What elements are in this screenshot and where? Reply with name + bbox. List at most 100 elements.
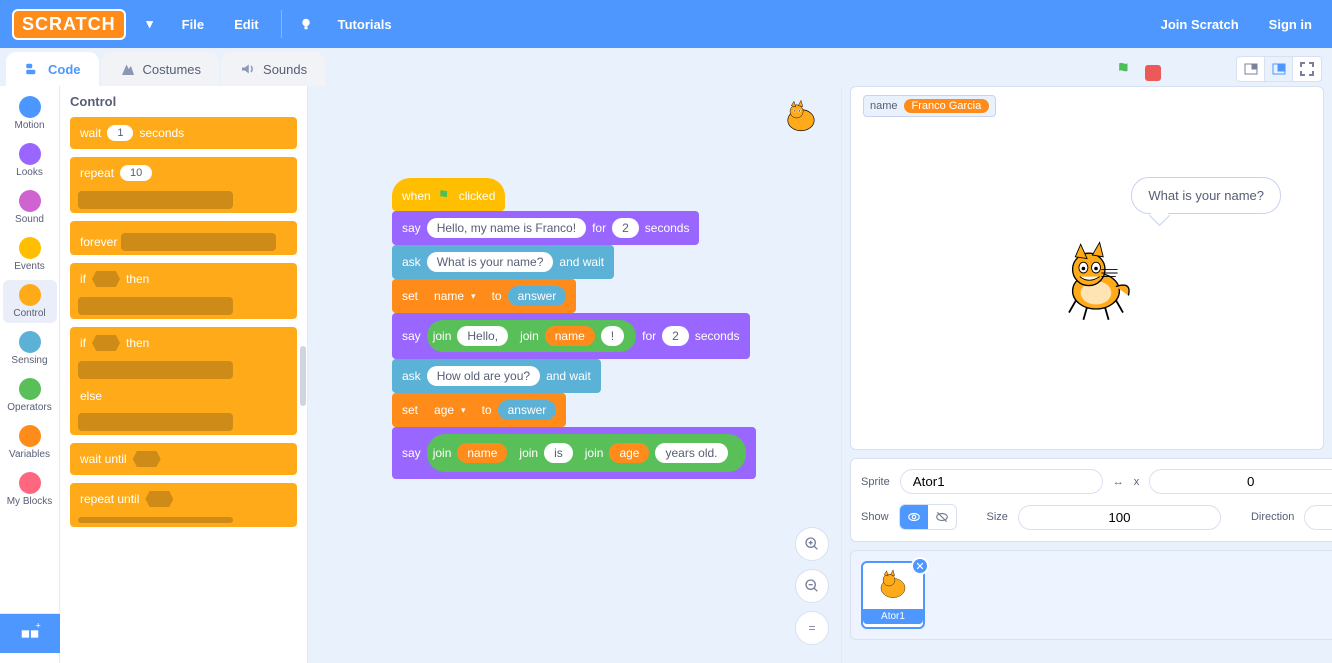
info-panels: Sprite ↔ x ↕ y Show — [850, 458, 1324, 640]
palette-scrollbar[interactable] — [300, 346, 306, 406]
category-column: Motion Looks Sound Events Control Sensin… — [0, 86, 60, 663]
speech-bubble: What is your name? — [1131, 177, 1281, 214]
loop-arrow-icon: ↻ — [287, 643, 297, 657]
block-wait[interactable]: wait 1 seconds — [70, 117, 297, 149]
fullscreen-button[interactable] — [1293, 57, 1321, 81]
tutorials-button[interactable]: Tutorials — [330, 17, 400, 32]
block-label: clicked — [459, 189, 496, 203]
var-reporter[interactable]: name — [545, 326, 595, 346]
answer-reporter[interactable]: answer — [508, 286, 567, 306]
cat-operators[interactable]: Operators — [3, 374, 57, 417]
stop-icon[interactable] — [1145, 65, 1161, 81]
block-input[interactable]: 10 — [120, 165, 152, 181]
edit-menu[interactable]: Edit — [226, 17, 267, 32]
join-operator[interactable]: join Hello, join name ! — [427, 320, 636, 352]
hide-button[interactable] — [928, 505, 956, 529]
x-input[interactable] — [1149, 469, 1332, 494]
green-flag-icon[interactable] — [1115, 60, 1135, 86]
direction-input[interactable] — [1304, 505, 1332, 530]
bool-slot[interactable] — [133, 451, 161, 467]
cat-sound[interactable]: Sound — [3, 186, 57, 229]
zoom-reset-button[interactable]: = — [795, 611, 829, 645]
block-input[interactable]: 2 — [662, 326, 689, 346]
var-dropdown[interactable]: name — [424, 286, 486, 306]
block-repeat[interactable]: repeat 10 ↻ — [70, 157, 297, 213]
add-extension-button[interactable]: + — [0, 613, 60, 653]
block-forever[interactable]: forever ↻ — [70, 221, 297, 255]
language-menu[interactable]: ▾ — [140, 14, 160, 34]
block-input[interactable]: Hello, — [457, 326, 508, 346]
sprite-name-input[interactable] — [900, 469, 1103, 494]
bool-slot[interactable] — [92, 335, 120, 351]
join-operator[interactable]: join name join is join age years old. — [427, 434, 746, 472]
block-ask-wait[interactable]: ask How old are you? and wait — [392, 359, 601, 393]
script-stack[interactable]: when clicked say Hello, my name is Franc… — [392, 178, 756, 479]
block-say-join-for[interactable]: say join Hello, join name ! for 2 second… — [392, 313, 750, 359]
var-dropdown[interactable]: age — [424, 400, 476, 420]
bool-slot[interactable] — [92, 271, 120, 287]
sign-in[interactable]: Sign in — [1261, 17, 1320, 32]
large-stage-button[interactable] — [1265, 57, 1293, 81]
tab-code-label: Code — [48, 62, 81, 77]
block-if-then[interactable]: if then — [70, 263, 297, 319]
block-input[interactable]: How old are you? — [427, 366, 540, 386]
cat-sensing[interactable]: Sensing — [3, 327, 57, 370]
tab-costumes[interactable]: Costumes — [101, 52, 220, 86]
answer-reporter[interactable]: answer — [498, 400, 557, 420]
block-input[interactable]: is — [544, 443, 573, 463]
stage-sprite[interactable] — [1051, 237, 1141, 330]
cat-sensing-label: Sensing — [11, 355, 47, 366]
show-button[interactable] — [900, 505, 928, 529]
delete-sprite-icon[interactable]: ✕ — [911, 557, 929, 575]
variable-monitor[interactable]: name Franco Garcia — [863, 95, 996, 117]
block-set-var[interactable]: set age to answer — [392, 393, 566, 427]
block-input[interactable]: 2 — [612, 218, 639, 238]
cat-sound-label: Sound — [15, 214, 44, 225]
cat-motion[interactable]: Motion — [3, 92, 57, 135]
scratch-logo[interactable]: SCRATCH — [12, 9, 126, 40]
block-input[interactable]: 1 — [107, 125, 133, 141]
join-operator[interactable]: join age years old. — [579, 440, 734, 466]
block-label: say — [402, 329, 421, 343]
file-menu[interactable]: File — [174, 17, 212, 32]
menu-divider — [281, 10, 282, 38]
sprite-card[interactable]: ✕ Ator1 — [861, 561, 925, 629]
block-label: wait until — [80, 452, 127, 466]
block-label: and wait — [559, 255, 604, 269]
join-operator[interactable]: join name ! — [514, 323, 630, 349]
join-operator[interactable]: join is join age years old. — [513, 437, 739, 469]
block-input[interactable]: years old. — [655, 443, 727, 463]
zoom-out-button[interactable] — [795, 569, 829, 603]
zoom-in-button[interactable] — [795, 527, 829, 561]
sprite-card-label: Ator1 — [863, 609, 923, 624]
block-wait-until[interactable]: wait until — [70, 443, 297, 475]
tab-code[interactable]: Code — [6, 52, 99, 86]
block-input[interactable]: ! — [601, 326, 624, 346]
blocks-palette[interactable]: Control wait 1 seconds repeat 10 ↻ forev… — [60, 86, 308, 663]
small-stage-button[interactable] — [1237, 57, 1265, 81]
block-set-var[interactable]: set name to answer — [392, 279, 576, 313]
block-say-join[interactable]: say join name join is join age years old… — [392, 427, 756, 479]
script-workspace[interactable]: when clicked say Hello, my name is Franc… — [308, 86, 842, 663]
stage[interactable]: name Franco Garcia What is your name? — [850, 86, 1324, 450]
cat-myblocks[interactable]: My Blocks — [3, 468, 57, 511]
block-repeat-until[interactable]: repeat until — [70, 483, 297, 527]
bool-slot[interactable] — [145, 491, 173, 507]
join-scratch[interactable]: Join Scratch — [1153, 17, 1247, 32]
block-input[interactable]: What is your name? — [427, 252, 554, 272]
cat-looks[interactable]: Looks — [3, 139, 57, 182]
block-label: seconds — [695, 329, 740, 343]
size-input[interactable] — [1018, 505, 1221, 530]
monitor-value: Franco Garcia — [904, 99, 990, 113]
block-input[interactable]: Hello, my name is Franco! — [427, 218, 586, 238]
var-reporter[interactable]: name — [457, 443, 507, 463]
block-ask-wait[interactable]: ask What is your name? and wait — [392, 245, 614, 279]
cat-variables[interactable]: Variables — [3, 421, 57, 464]
block-when-flag-clicked[interactable]: when clicked — [392, 178, 505, 211]
cat-events[interactable]: Events — [3, 233, 57, 276]
block-say-for[interactable]: say Hello, my name is Franco! for 2 seco… — [392, 211, 699, 245]
cat-control[interactable]: Control — [3, 280, 57, 323]
tab-sounds[interactable]: Sounds — [221, 52, 325, 86]
block-if-else[interactable]: if then else — [70, 327, 297, 435]
var-reporter[interactable]: age — [609, 443, 649, 463]
